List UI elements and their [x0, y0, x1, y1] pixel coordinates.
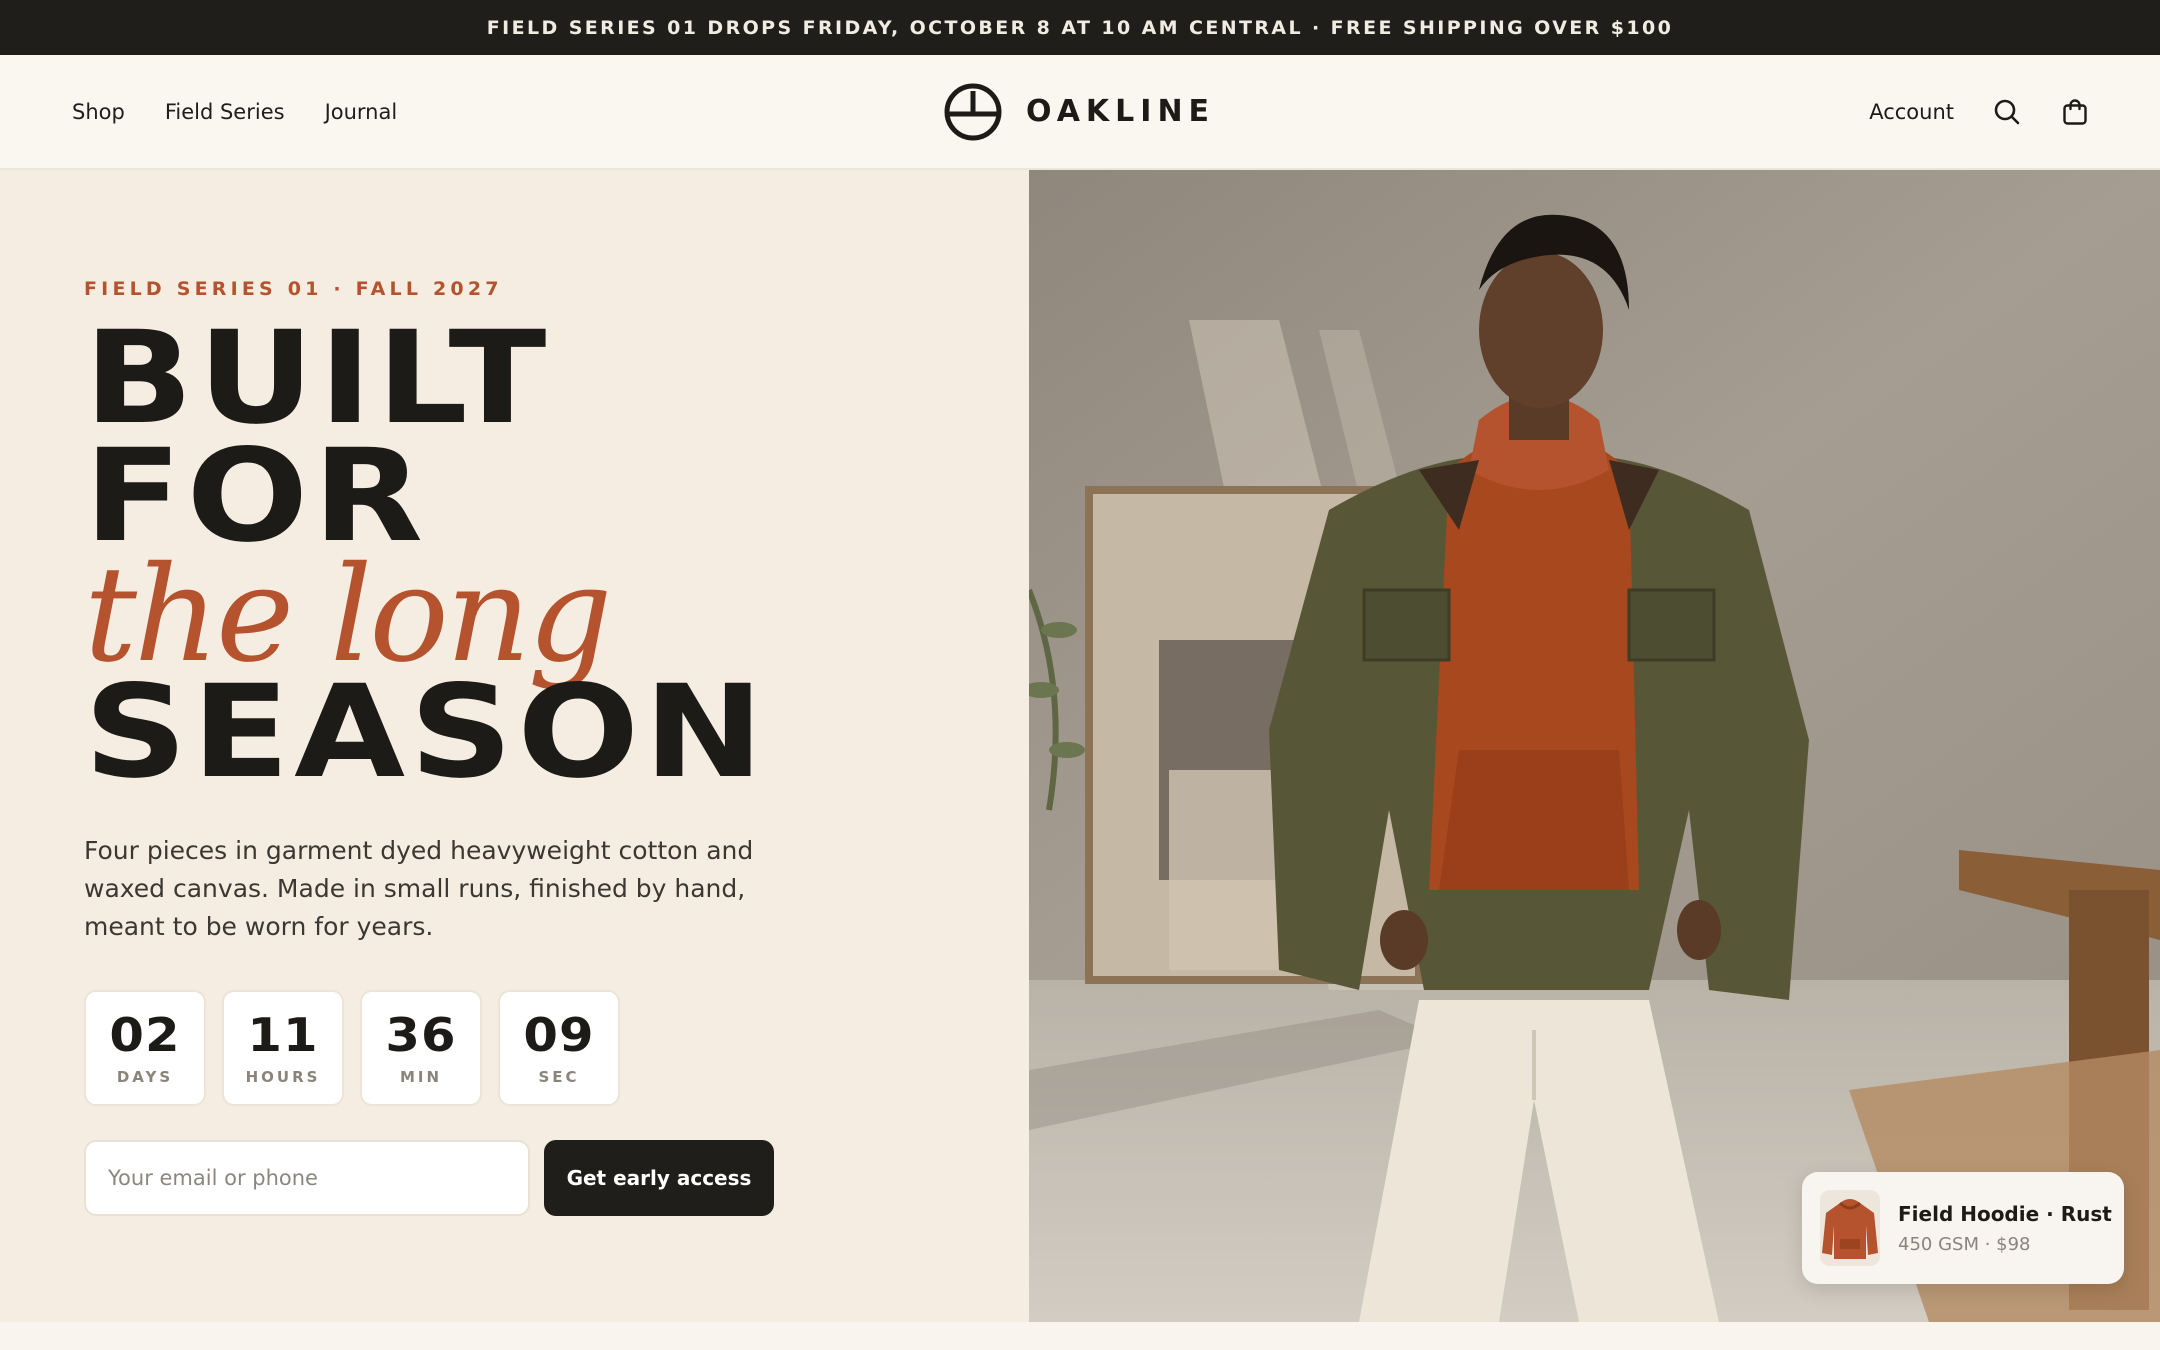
product-info: Field Hoodie · Rust 450 GSM · $98 [1898, 1202, 2112, 1255]
countdown-seconds-label: SEC [538, 1068, 580, 1086]
countdown-hours-value: 11 [247, 1008, 319, 1062]
headline-line-1: BUILT [84, 304, 551, 453]
bag-icon[interactable] [2060, 97, 2090, 127]
countdown-seconds: 09 SEC [498, 990, 620, 1106]
page-bottom-strip [0, 1322, 2160, 1350]
early-access-form: Get early access [84, 1140, 774, 1216]
hero-headline: BUILT FOR the long SEASON [84, 315, 764, 797]
model-photo-illustration [1029, 170, 2160, 1322]
hero-photo [1029, 170, 2160, 1322]
countdown-days-label: DAYS [116, 1068, 174, 1086]
hoodie-icon [1822, 1199, 1878, 1259]
countdown-minutes-value: 36 [385, 1008, 457, 1062]
headline-line-3: the long [84, 538, 612, 692]
brand-logo[interactable]: OAKLINE [944, 55, 1215, 168]
nav-link-journal[interactable]: Journal [325, 100, 398, 124]
countdown-hours-label: HOURS [245, 1068, 321, 1086]
countdown-minutes: 36 MIN [360, 990, 482, 1106]
countdown-days: 02 DAYS [84, 990, 206, 1106]
site-header: Shop Field Series Journal OAKLINE Accoun… [0, 55, 2160, 170]
product-thumbnail [1820, 1190, 1880, 1266]
hero-description: Four pieces in garment dyed heavyweight … [84, 836, 754, 941]
announcement-text: FIELD SERIES 01 DROPS FRIDAY, OCTOBER 8 … [486, 16, 1674, 39]
nav-utilities: Account [1869, 55, 2090, 168]
logo-mark-icon [944, 83, 1002, 140]
announcement-bar: FIELD SERIES 01 DROPS FRIDAY, OCTOBER 8 … [0, 0, 2160, 55]
countdown-timer: 02 DAYS 11 HOURS 36 MIN 09 SEC [84, 990, 620, 1106]
product-meta: 450 GSM · $98 [1898, 1233, 2031, 1255]
nav-link-field-series[interactable]: Field Series [165, 100, 285, 124]
search-icon[interactable] [1992, 97, 2022, 127]
hero-eyebrow: FIELD SERIES 01 · FALL 2027 [84, 278, 503, 300]
nav-link-shop[interactable]: Shop [72, 100, 125, 124]
primary-nav: Shop Field Series Journal [72, 55, 397, 168]
headline-line-4: SEASON [84, 658, 769, 807]
get-early-access-button[interactable]: Get early access [544, 1140, 774, 1216]
countdown-seconds-value: 09 [523, 1008, 595, 1062]
countdown-hours: 11 HOURS [222, 990, 344, 1106]
brand-name: OAKLINE [1026, 94, 1216, 129]
headline-line-2: FOR [84, 422, 428, 571]
product-name: Field Hoodie · Rust [1898, 1201, 2112, 1226]
countdown-minutes-label: MIN [399, 1068, 443, 1086]
countdown-days-value: 02 [109, 1008, 181, 1062]
featured-product-card[interactable]: Field Hoodie · Rust 450 GSM · $98 [1802, 1172, 2124, 1284]
account-link[interactable]: Account [1869, 100, 1954, 124]
email-phone-input[interactable] [84, 1140, 530, 1216]
